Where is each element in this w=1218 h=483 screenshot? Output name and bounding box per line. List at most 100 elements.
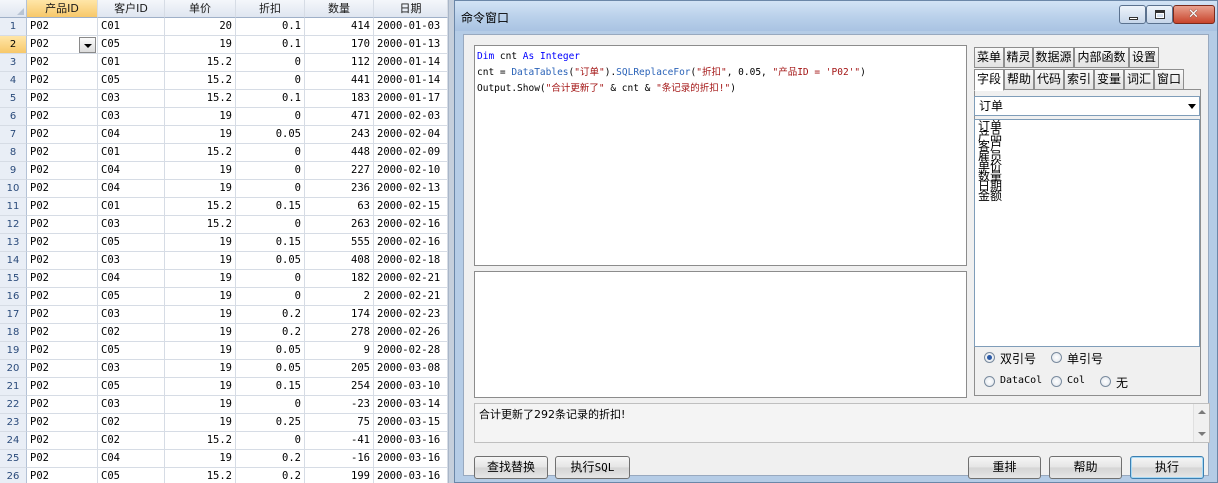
customer-id-cell[interactable]: C05 (98, 288, 165, 306)
customer-id-cell[interactable]: C02 (98, 414, 165, 432)
table-row[interactable]: 4 P02 C05 15.2 0 441 2000-01-14 (0, 72, 448, 90)
run-button[interactable]: 执行 (1130, 456, 1204, 479)
customer-id-cell[interactable]: C03 (98, 216, 165, 234)
product-id-cell[interactable]: P02 (27, 126, 98, 144)
discount-cell[interactable]: 0 (236, 180, 305, 198)
tab-datasource[interactable]: 数据源 (1033, 47, 1074, 68)
tab-window[interactable]: 窗口 (1154, 69, 1184, 90)
table-row[interactable]: 22 P02 C03 19 0 -23 2000-03-14 (0, 396, 448, 414)
field-list-item[interactable]: 数量 (978, 170, 1196, 182)
table-row[interactable]: 20 P02 C03 19 0.05 205 2000-03-08 (0, 360, 448, 378)
row-number[interactable]: 10 (0, 180, 27, 198)
customer-id-cell[interactable]: C03 (98, 252, 165, 270)
quantity-cell[interactable]: -23 (305, 396, 374, 414)
date-cell[interactable]: 2000-02-03 (374, 108, 448, 126)
discount-cell[interactable]: 0 (236, 162, 305, 180)
price-cell[interactable]: 19 (165, 450, 236, 468)
column-header-date[interactable]: 日期 (374, 0, 448, 18)
customer-id-cell[interactable]: C01 (98, 198, 165, 216)
date-cell[interactable]: 2000-02-04 (374, 126, 448, 144)
price-cell[interactable]: 19 (165, 324, 236, 342)
date-cell[interactable]: 2000-01-14 (374, 54, 448, 72)
column-header-customer-id[interactable]: 客户ID (98, 0, 165, 18)
quantity-cell[interactable]: 254 (305, 378, 374, 396)
quantity-cell[interactable]: 555 (305, 234, 374, 252)
quantity-cell[interactable]: 183 (305, 90, 374, 108)
discount-cell[interactable]: 0 (236, 216, 305, 234)
price-cell[interactable]: 15.2 (165, 90, 236, 108)
tab-variables[interactable]: 变量 (1094, 69, 1124, 90)
product-id-cell[interactable]: P02 (27, 216, 98, 234)
product-id-cell[interactable]: P02 (27, 360, 98, 378)
price-cell[interactable]: 19 (165, 270, 236, 288)
customer-id-cell[interactable]: C03 (98, 306, 165, 324)
table-row[interactable]: 15 P02 C04 19 0 182 2000-02-21 (0, 270, 448, 288)
quantity-cell[interactable]: 263 (305, 216, 374, 234)
product-id-cell[interactable]: P02 (27, 198, 98, 216)
close-button[interactable]: ✕ (1173, 5, 1215, 24)
row-number[interactable]: 13 (0, 234, 27, 252)
table-row[interactable]: 1 P02 C01 20 0.1 414 2000-01-03 (0, 18, 448, 36)
price-cell[interactable]: 15.2 (165, 72, 236, 90)
date-cell[interactable]: 2000-02-13 (374, 180, 448, 198)
minimize-button[interactable] (1119, 5, 1146, 24)
quantity-cell[interactable]: 112 (305, 54, 374, 72)
field-list-item[interactable]: 产品 (978, 130, 1196, 142)
product-id-cell[interactable]: P02 (27, 234, 98, 252)
row-number[interactable]: 22 (0, 396, 27, 414)
discount-cell[interactable]: 0 (236, 432, 305, 450)
row-number[interactable]: 9 (0, 162, 27, 180)
field-list-item[interactable]: 日期 (978, 180, 1196, 192)
product-id-cell[interactable]: P02 (27, 324, 98, 342)
price-cell[interactable]: 19 (165, 234, 236, 252)
tab-code[interactable]: 代码 (1034, 69, 1064, 90)
row-number[interactable]: 26 (0, 468, 27, 483)
quantity-cell[interactable]: -16 (305, 450, 374, 468)
price-cell[interactable]: 19 (165, 396, 236, 414)
row-number[interactable]: 17 (0, 306, 27, 324)
price-cell[interactable]: 19 (165, 306, 236, 324)
date-cell[interactable]: 2000-01-14 (374, 72, 448, 90)
price-cell[interactable]: 15.2 (165, 216, 236, 234)
date-cell[interactable]: 2000-02-21 (374, 270, 448, 288)
discount-cell[interactable]: 0.1 (236, 36, 305, 54)
date-cell[interactable]: 2000-03-08 (374, 360, 448, 378)
date-cell[interactable]: 2000-02-15 (374, 198, 448, 216)
grid-corner[interactable] (0, 0, 27, 18)
price-cell[interactable]: 19 (165, 342, 236, 360)
customer-id-cell[interactable]: C02 (98, 432, 165, 450)
table-row[interactable]: 16 P02 C05 19 0 2 2000-02-21 (0, 288, 448, 306)
discount-cell[interactable]: 0.05 (236, 360, 305, 378)
quantity-cell[interactable]: 471 (305, 108, 374, 126)
row-number[interactable]: 24 (0, 432, 27, 450)
customer-id-cell[interactable]: C01 (98, 18, 165, 36)
product-id-cell[interactable]: P02 (27, 18, 98, 36)
row-number[interactable]: 5 (0, 90, 27, 108)
scroll-down-icon[interactable] (1198, 432, 1206, 436)
product-id-cell[interactable]: P02 (27, 450, 98, 468)
discount-cell[interactable]: 0 (236, 54, 305, 72)
scroll-up-icon[interactable] (1198, 410, 1206, 414)
row-number[interactable]: 11 (0, 198, 27, 216)
table-row[interactable]: 8 P02 C01 15.2 0 448 2000-02-09 (0, 144, 448, 162)
table-row[interactable]: 23 P02 C02 19 0.25 75 2000-03-15 (0, 414, 448, 432)
customer-id-cell[interactable]: C01 (98, 54, 165, 72)
quantity-cell[interactable]: 174 (305, 306, 374, 324)
customer-id-cell[interactable]: C02 (98, 324, 165, 342)
table-row[interactable]: 19 P02 C05 19 0.05 9 2000-02-28 (0, 342, 448, 360)
discount-cell[interactable]: 0.15 (236, 234, 305, 252)
table-row[interactable]: 5 P02 C03 15.2 0.1 183 2000-01-17 (0, 90, 448, 108)
data-grid[interactable]: 产品ID 客户ID 单价 折扣 数量 日期 1 P02 C01 20 0.1 414 200… (0, 0, 448, 483)
quantity-cell[interactable]: 170 (305, 36, 374, 54)
price-cell[interactable]: 20 (165, 18, 236, 36)
customer-id-cell[interactable]: C05 (98, 342, 165, 360)
output-pane[interactable] (474, 271, 967, 398)
quantity-cell[interactable]: 9 (305, 342, 374, 360)
customer-id-cell[interactable]: C04 (98, 450, 165, 468)
column-header-price[interactable]: 单价 (165, 0, 236, 18)
price-cell[interactable]: 19 (165, 126, 236, 144)
product-id-cell[interactable]: P02 (27, 90, 98, 108)
product-id-cell[interactable]: P02 (27, 270, 98, 288)
price-cell[interactable]: 19 (165, 414, 236, 432)
field-list-item[interactable]: 订单 (978, 120, 1196, 132)
